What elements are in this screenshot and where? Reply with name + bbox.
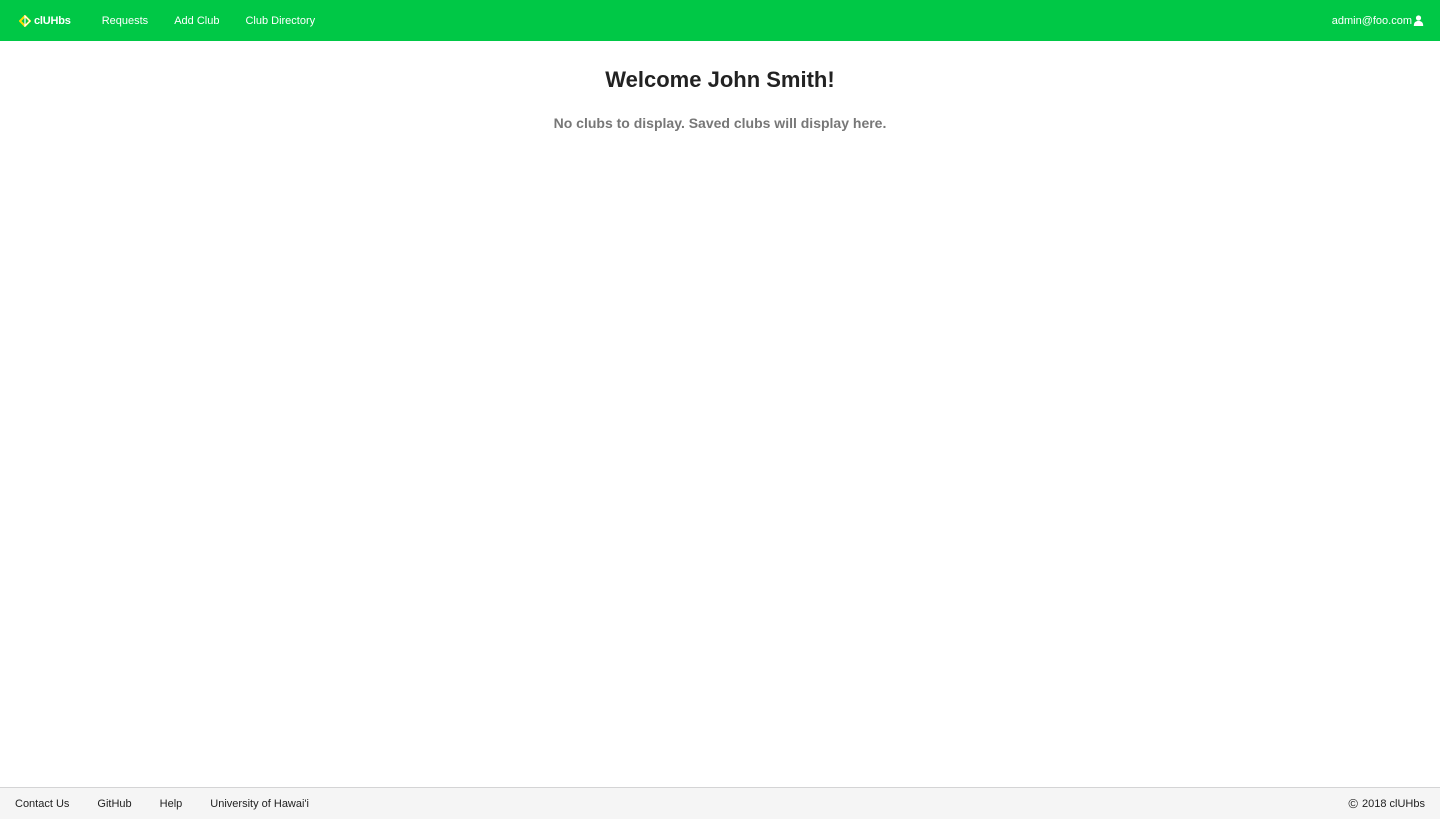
brand-link[interactable]: clUHbs [18,14,71,27]
welcome-heading: Welcome John Smith! [605,67,835,92]
footer-link-contact-us[interactable]: Contact Us [1,798,83,810]
footer-copyright: © 2018 clUHbs [1348,796,1425,811]
nav-menu: Requests Add Club Club Directory [89,0,328,42]
main-content: Welcome John Smith! No clubs to display.… [0,41,1440,132]
footer: Contact Us GitHub Help University of Haw… [0,787,1440,819]
copyright-text: 2018 clUHbs [1362,797,1425,810]
footer-links: Contact Us GitHub Help University of Haw… [1,798,323,810]
user-menu[interactable]: admin@foo.com [1332,15,1424,27]
top-navbar: clUHbs Requests Add Club Club Directory … [0,0,1440,41]
user-email: admin@foo.com [1331,14,1412,27]
user-icon [1413,15,1424,26]
footer-link-github[interactable]: GitHub [83,798,145,810]
footer-link-university[interactable]: University of Hawai'i [196,798,323,810]
empty-clubs-message: No clubs to display. Saved clubs will di… [553,115,887,131]
brand-name: clUHbs [34,14,71,27]
nav-item-add-club[interactable]: Add Club [161,1,232,42]
diamond-outline-icon [18,14,32,27]
footer-link-help[interactable]: Help [146,798,197,810]
copyright-icon: © [1348,796,1359,811]
nav-item-club-directory[interactable]: Club Directory [232,1,328,42]
nav-item-requests[interactable]: Requests [89,1,161,42]
